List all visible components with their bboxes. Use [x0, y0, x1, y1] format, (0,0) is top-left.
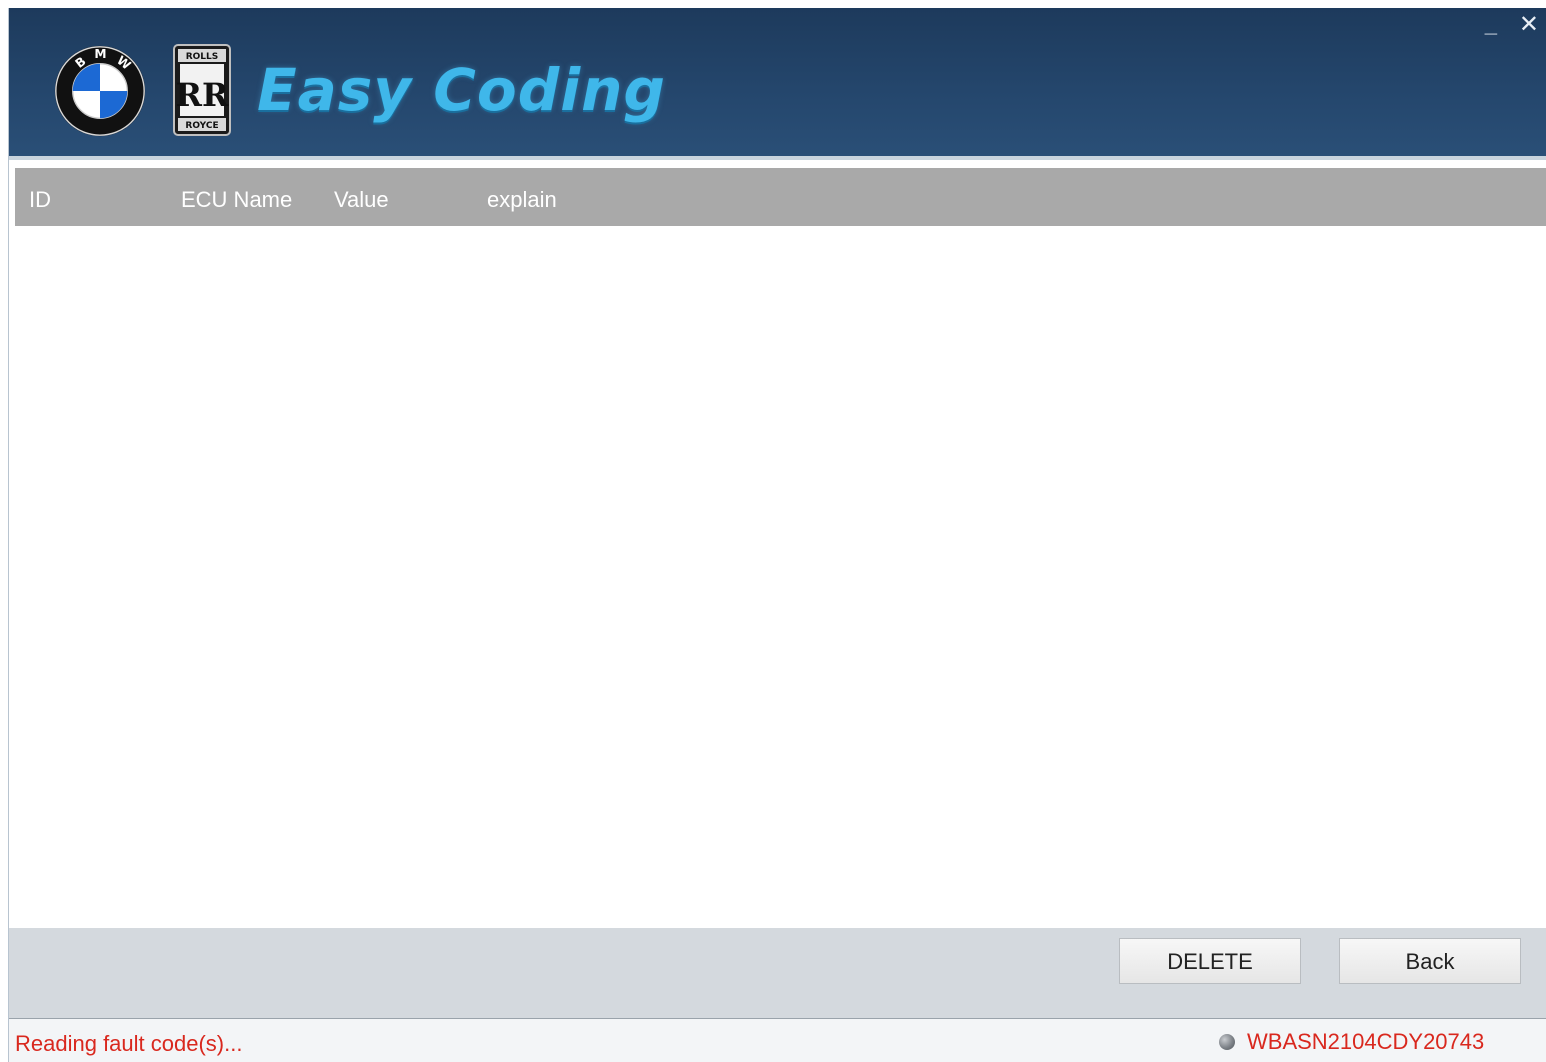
bmw-logo: B M W [54, 45, 146, 137]
column-header-value[interactable]: Value [334, 168, 389, 226]
back-button[interactable]: Back [1339, 938, 1521, 984]
column-header-explain[interactable]: explain [487, 168, 557, 226]
rolls-royce-logo: ROLLS ROYCE RR [173, 44, 231, 136]
rr-monogram: RR [175, 76, 229, 114]
rr-bottom-text: ROYCE [185, 121, 218, 131]
bmw-letter-m: M [94, 47, 106, 61]
minimize-button[interactable]: _ [1485, 12, 1497, 38]
button-bar: DELETE Back [9, 928, 1546, 1019]
column-header-id[interactable]: ID [29, 168, 51, 226]
rr-top-text: ROLLS [186, 52, 219, 62]
fault-code-list[interactable] [15, 226, 1546, 928]
vin-number: WBASN2104CDY20743 [1247, 1029, 1485, 1054]
app-brand-title: Easy Coding [257, 56, 666, 124]
status-bar: Reading fault code(s)... WBASN2104CDY207… [9, 1019, 1546, 1062]
close-button[interactable]: ✕ [1519, 12, 1539, 38]
app-window: B M W ROLLS ROYCE RR Easy Coding _ ✕ ID … [8, 8, 1546, 1062]
connection-led-icon [1219, 1034, 1235, 1050]
status-message: Reading fault code(s)... [15, 1031, 243, 1056]
title-bar: B M W ROLLS ROYCE RR Easy Coding _ ✕ [9, 8, 1546, 160]
delete-button[interactable]: DELETE [1119, 938, 1301, 984]
table-header: ID ECU Name Value explain [15, 168, 1546, 226]
column-header-ecu-name[interactable]: ECU Name [181, 168, 292, 226]
